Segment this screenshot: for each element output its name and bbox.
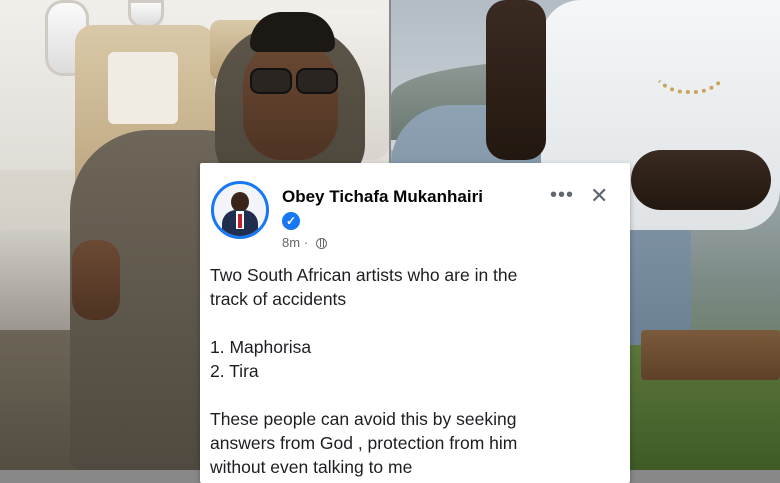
post-time[interactable]: 8m (282, 235, 300, 250)
post-header: Obey Tichafa Mukanhairi ✓ 8m · ••• ✕ (200, 163, 630, 253)
face (243, 40, 338, 160)
post-text-line: track of accidents (210, 289, 347, 309)
post-text-line: without even talking to me (210, 457, 413, 477)
meta-separator: · (303, 235, 309, 250)
wooden-chair (641, 330, 780, 380)
post-meta: 8m · (282, 235, 327, 250)
post-text-line: answers from God , protection from him (210, 433, 518, 453)
airplane-window (128, 0, 164, 28)
facebook-post-card: Obey Tichafa Mukanhairi ✓ 8m · ••• ✕ Two… (200, 163, 630, 483)
verified-badge-icon: ✓ (282, 212, 300, 230)
list-item: 2. Tira (210, 361, 259, 381)
globe-icon (315, 238, 327, 249)
hair (250, 12, 335, 52)
avatar[interactable] (211, 181, 269, 239)
chain-necklace (646, 10, 734, 94)
arm (631, 150, 771, 210)
author-name[interactable]: Obey Tichafa Mukanhairi (282, 187, 483, 207)
post-body: Two South African artists who are in the… (210, 263, 610, 479)
post-text-line: Two South African artists who are in the (210, 265, 518, 285)
close-icon[interactable]: ✕ (590, 185, 608, 207)
more-options-icon[interactable]: ••• (550, 185, 574, 205)
arm (486, 0, 546, 160)
sunglasses (250, 68, 338, 94)
seat-headrest (108, 52, 178, 124)
hand (72, 240, 120, 320)
post-text-line: These people can avoid this by seeking (210, 409, 517, 429)
list-item: 1. Maphorisa (210, 337, 312, 357)
